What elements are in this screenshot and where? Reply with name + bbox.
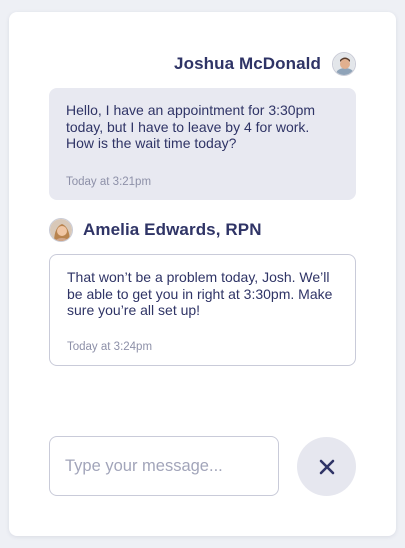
message-bubble-incoming: Hello, I have an appointment for 3:30pm … <box>49 88 356 200</box>
message-input[interactable] <box>50 437 278 495</box>
message-text: That won’t be a problem today, Josh. We’… <box>67 269 333 318</box>
avatar <box>332 52 356 76</box>
close-icon <box>319 459 334 474</box>
message-timestamp: Today at 3:21pm <box>66 176 152 188</box>
message-input-container <box>49 436 279 496</box>
message-timestamp: Today at 3:24pm <box>67 341 153 353</box>
message-text: Hello, I have an appointment for 3:30pm … <box>66 102 316 151</box>
close-button[interactable] <box>297 437 356 496</box>
chat-panel: Joshua McDonald Hello, I have an appoint… <box>9 12 396 536</box>
message-bubble-outgoing: That won’t be a problem today, Josh. We’… <box>49 254 356 366</box>
sender-header-amelia: Amelia Edwards, RPN <box>49 218 262 242</box>
sender-header-joshua: Joshua McDonald <box>174 52 356 76</box>
avatar <box>49 218 73 242</box>
sender-name: Amelia Edwards, RPN <box>83 220 262 239</box>
sender-name: Joshua McDonald <box>174 54 321 73</box>
